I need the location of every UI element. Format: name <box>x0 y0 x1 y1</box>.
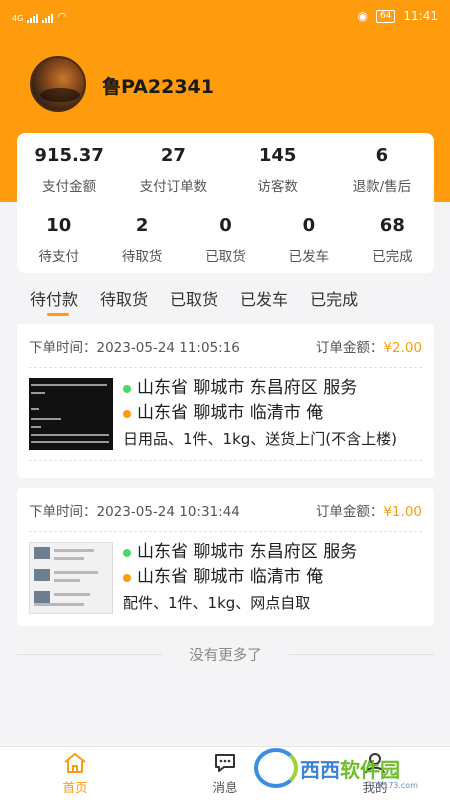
stat-payment-amount[interactable]: 915.37 支付金额 <box>17 145 121 195</box>
signal-icon-2 <box>42 13 54 23</box>
stat-pending-pickup[interactable]: 2 待取货 <box>100 215 183 265</box>
stat-completed[interactable]: 68 已完成 <box>351 215 434 265</box>
wifi-icon: ◠ <box>57 9 67 23</box>
stat-label: 退款/售后 <box>352 179 412 195</box>
stat-picked-up[interactable]: 0 已取货 <box>184 215 267 265</box>
order-header: 下单时间：2023-05-24 10:31:44 订单金额：¥1.00 <box>29 488 422 532</box>
order-amount-value: ¥1.00 <box>383 503 422 520</box>
stats-row-bottom: 10 待支付 2 待取货 0 已取货 0 已发车 68 已完成 <box>17 215 434 265</box>
stat-label: 已完成 <box>372 249 413 265</box>
no-more-indicator: 没有更多了 <box>17 644 434 665</box>
order-header: 下单时间：2023-05-24 11:05:16 订单金额：¥2.00 <box>29 324 422 368</box>
order-time: 下单时间：2023-05-24 11:05:16 <box>29 336 240 356</box>
stat-departed[interactable]: 0 已发车 <box>267 215 350 265</box>
stat-label: 访客数 <box>257 179 298 195</box>
order-amount: 订单金额：¥2.00 <box>316 336 422 356</box>
stat-value: 2 <box>135 215 149 236</box>
watermark-text-b: 软件园 <box>340 757 400 782</box>
tab-completed[interactable]: 已完成 <box>310 286 358 316</box>
watermark-text: 西西软件园 <box>300 754 400 783</box>
destination-dot-icon <box>123 573 131 582</box>
tabbar-messages-label: 消息 <box>212 780 238 795</box>
stat-label: 已发车 <box>288 249 330 265</box>
order-tabs: 待付款 待取货 已取货 已发车 已完成 <box>30 286 358 316</box>
order-info: 山东省 聊城市 东昌府区 服务 山东省 聊城市 临清市 俺 日用品、1件、1kg… <box>123 376 397 450</box>
order-amount: 订单金额：¥1.00 <box>316 500 422 520</box>
order-body: 山东省 聊城市 东昌府区 服务 山东省 聊城市 临清市 俺 日用品、1件、1kg… <box>29 368 422 450</box>
stat-value: 145 <box>258 145 297 166</box>
order-thumbnail[interactable] <box>29 378 113 450</box>
order-info: 山东省 聊城市 东昌府区 服务 山东省 聊城市 临清市 俺 配件、1件、1kg、… <box>123 540 357 614</box>
stat-pending-payment[interactable]: 10 待支付 <box>17 215 100 265</box>
stat-value: 6 <box>375 145 389 166</box>
stat-label: 待支付 <box>38 249 79 265</box>
order-card[interactable]: 下单时间：2023-05-24 10:31:44 订单金额：¥1.00 山东省 … <box>17 488 434 626</box>
goods-summary: 日用品、1件、1kg、送货上门(不含上楼) <box>123 430 398 448</box>
stats-card: 915.37 支付金额 27 支付订单数 145 访客数 6 退款/售后 10 待支付 2… <box>17 133 434 273</box>
destination-address: 山东省 聊城市 临清市 俺 <box>123 401 397 426</box>
tabbar-home[interactable]: 首页 <box>0 747 150 800</box>
order-card[interactable]: 下单时间：2023-05-24 11:05:16 订单金额：¥2.00 山东省 … <box>17 324 434 478</box>
stat-label: 待取货 <box>121 249 163 265</box>
signal-indicators: 4G ◠ <box>12 10 67 23</box>
eye-icon: ◉ <box>357 9 368 23</box>
order-amount-value: ¥2.00 <box>383 339 422 356</box>
order-time: 下单时间：2023-05-24 10:31:44 <box>29 500 240 520</box>
order-time-label: 下单时间： <box>29 503 97 520</box>
stat-value: 0 <box>302 215 316 236</box>
battery-icon: 64 <box>375 9 396 23</box>
tab-pending-payment[interactable]: 待付款 <box>30 286 78 316</box>
destination-address: 山东省 聊城市 临清市 俺 <box>123 565 357 590</box>
destination-dot-icon <box>123 409 131 418</box>
watermark-url: CR173.com <box>371 781 418 790</box>
status-right: ◉ 64 11:41 <box>357 9 438 23</box>
watermark-text-a: 西西 <box>300 757 340 782</box>
tab-pending-pickup[interactable]: 待取货 <box>100 286 148 316</box>
destination-address-text: 山东省 聊城市 临清市 俺 <box>137 403 324 423</box>
origin-address-text: 山东省 聊城市 东昌府区 服务 <box>137 378 358 398</box>
stat-label: 已取货 <box>205 249 246 265</box>
origin-address: 山东省 聊城市 东昌府区 服务 <box>123 376 397 401</box>
stat-label: 支付订单数 <box>139 179 208 195</box>
origin-address-text: 山东省 聊城市 东昌府区 服务 <box>137 542 358 562</box>
clock: 11:41 <box>403 9 438 23</box>
goods-summary: 配件、1件、1kg、网点自取 <box>123 594 311 612</box>
destination-address-text: 山东省 聊城市 临清市 俺 <box>137 567 324 587</box>
origin-dot-icon <box>123 384 131 393</box>
stat-paid-orders[interactable]: 27 支付订单数 <box>121 145 225 195</box>
origin-address: 山东省 聊城市 东昌府区 服务 <box>123 540 357 565</box>
order-divider <box>29 460 422 461</box>
stat-refunds[interactable]: 6 退款/售后 <box>330 145 434 195</box>
order-body: 山东省 聊城市 东昌府区 服务 山东省 聊城市 临清市 俺 配件、1件、1kg、… <box>29 532 422 614</box>
tab-departed[interactable]: 已发车 <box>240 286 288 316</box>
watermark-logo-icon <box>254 748 298 788</box>
tabbar-home-label: 首页 <box>62 780 88 795</box>
order-time-label: 下单时间： <box>29 339 97 356</box>
stat-value: 10 <box>46 215 72 236</box>
order-time-value: 2023-05-24 10:31:44 <box>96 503 240 520</box>
signal-icon <box>27 13 39 23</box>
home-icon <box>64 753 86 773</box>
watermark-logo: 西西软件园 CR173.com <box>254 746 432 790</box>
license-plate: 鲁PA22341 <box>102 76 214 98</box>
stat-value: 68 <box>379 215 405 236</box>
origin-dot-icon <box>123 548 131 557</box>
stat-label: 支付金额 <box>42 179 97 195</box>
stat-value: 915.37 <box>34 145 104 166</box>
stat-value: 27 <box>160 145 186 166</box>
order-amount-label: 订单金额： <box>315 503 384 520</box>
tab-picked-up[interactable]: 已取货 <box>170 286 218 316</box>
network-type: 4G <box>12 13 24 23</box>
order-amount-label: 订单金额： <box>315 339 384 356</box>
message-icon <box>215 754 235 772</box>
stat-visitors[interactable]: 145 访客数 <box>226 145 330 195</box>
order-time-value: 2023-05-24 11:05:16 <box>96 339 240 356</box>
avatar[interactable] <box>30 56 86 112</box>
order-thumbnail[interactable] <box>29 542 113 614</box>
stat-value: 0 <box>219 215 232 236</box>
status-bar: 4G ◠ ◉ 64 11:41 <box>0 0 450 32</box>
stats-row-top: 915.37 支付金额 27 支付订单数 145 访客数 6 退款/售后 <box>17 145 434 195</box>
